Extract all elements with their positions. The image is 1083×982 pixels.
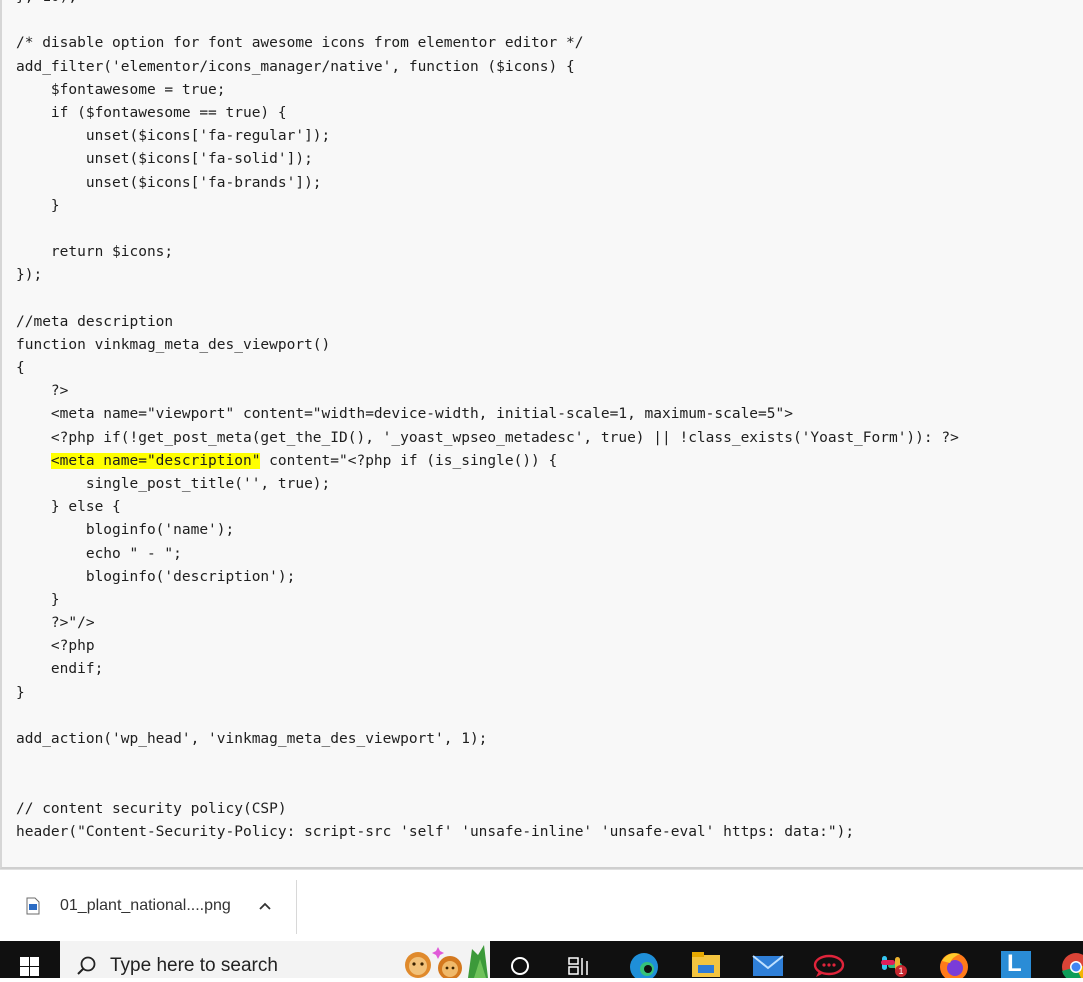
windows-icon bbox=[20, 957, 39, 976]
code-line: endif; bbox=[16, 661, 104, 678]
code-line: ?>"/> bbox=[16, 615, 95, 632]
code-line: <meta name="description" content="<?php … bbox=[16, 450, 959, 473]
code-line: /* disable option for font awesome icons… bbox=[16, 35, 584, 52]
code-line: single_post_title('', true); bbox=[16, 475, 331, 492]
download-item[interactable]: 01_plant_national....png bbox=[0, 880, 297, 934]
download-filename: 01_plant_national....png bbox=[60, 897, 231, 914]
code-line: add_filter('elementor/icons_manager/nati… bbox=[16, 58, 575, 75]
code-line: unset($icons['fa-regular']); bbox=[16, 128, 331, 145]
image-file-icon bbox=[26, 897, 40, 915]
chrome-button[interactable] bbox=[1052, 941, 1083, 978]
chevron-up-icon[interactable] bbox=[257, 898, 273, 914]
search-match-highlight: <meta name="description" bbox=[50, 452, 261, 469]
mail-icon bbox=[752, 955, 784, 976]
code-line: } else { bbox=[16, 499, 121, 516]
code-line: } bbox=[16, 591, 60, 608]
code-line: // content security policy(CSP) bbox=[16, 800, 287, 817]
code-line: { bbox=[16, 360, 25, 376]
firefox-button[interactable] bbox=[928, 941, 980, 981]
start-button[interactable] bbox=[0, 941, 60, 978]
chat-app-icon bbox=[813, 954, 845, 977]
slack-badge: 1 bbox=[895, 965, 907, 977]
mail-button[interactable] bbox=[742, 941, 794, 978]
code-line: } bbox=[16, 197, 60, 214]
task-view-icon bbox=[568, 957, 588, 975]
code-line: }); bbox=[16, 267, 43, 284]
code-line: <?php if(!get_post_meta(get_the_ID(), '_… bbox=[16, 429, 959, 446]
code-line: //meta description bbox=[16, 313, 174, 330]
code-line: header("Content-Security-Policy: script-… bbox=[16, 823, 855, 840]
cortana-icon bbox=[511, 957, 529, 975]
taskbar-search[interactable]: Type here to search bbox=[60, 941, 490, 978]
task-view-button[interactable] bbox=[553, 941, 605, 978]
edge-button[interactable] bbox=[618, 941, 670, 981]
code-text: content="<?php if (is_single()) { bbox=[260, 452, 558, 469]
firefox-icon bbox=[940, 953, 968, 981]
code-line: unset($icons['fa-solid']); bbox=[16, 151, 313, 168]
code-line: add_action('wp_head', 'vinkmag_meta_des_… bbox=[16, 731, 488, 747]
code-line: <meta name="viewport" content="width=dev… bbox=[16, 406, 793, 423]
code-viewer: }, 10); /* disable option for font awesom… bbox=[0, 0, 1083, 869]
code-line: bloginfo('name'); bbox=[16, 522, 235, 539]
code-line: echo " - "; bbox=[16, 545, 182, 562]
code-line: <?php bbox=[16, 638, 95, 655]
l-app-button[interactable]: L bbox=[990, 941, 1042, 978]
code-block: }, 10); /* disable option for font awesom… bbox=[16, 0, 959, 844]
taskbar: Type here to search 1 L bbox=[0, 941, 1083, 981]
chat-app-button[interactable] bbox=[803, 941, 855, 978]
edge-icon bbox=[630, 953, 658, 981]
search-icon bbox=[77, 956, 96, 975]
slack-icon bbox=[881, 956, 902, 971]
code-line: ?> bbox=[16, 383, 69, 400]
l-app-label: L bbox=[1007, 950, 1022, 977]
file-explorer-icon bbox=[692, 952, 720, 977]
code-line: if ($fontawesome == true) { bbox=[16, 104, 287, 121]
code-line: function vinkmag_meta_des_viewport() bbox=[16, 336, 331, 353]
code-line: unset($icons['fa-brands']); bbox=[16, 174, 322, 191]
slack-button[interactable]: 1 bbox=[866, 941, 918, 978]
code-line: } bbox=[16, 684, 25, 701]
code-line: }, 10); bbox=[16, 0, 959, 9]
chrome-icon bbox=[1062, 953, 1083, 978]
code-line: bloginfo('description'); bbox=[16, 568, 296, 585]
search-highlight-illustration-icon bbox=[405, 945, 488, 978]
search-placeholder: Type here to search bbox=[110, 955, 278, 976]
code-line: return $icons; bbox=[16, 244, 174, 261]
cortana-button[interactable] bbox=[494, 941, 546, 978]
download-bar: 01_plant_national....png bbox=[0, 869, 1083, 942]
code-line: $fontawesome = true; bbox=[16, 81, 226, 98]
file-explorer-button[interactable] bbox=[680, 941, 732, 978]
